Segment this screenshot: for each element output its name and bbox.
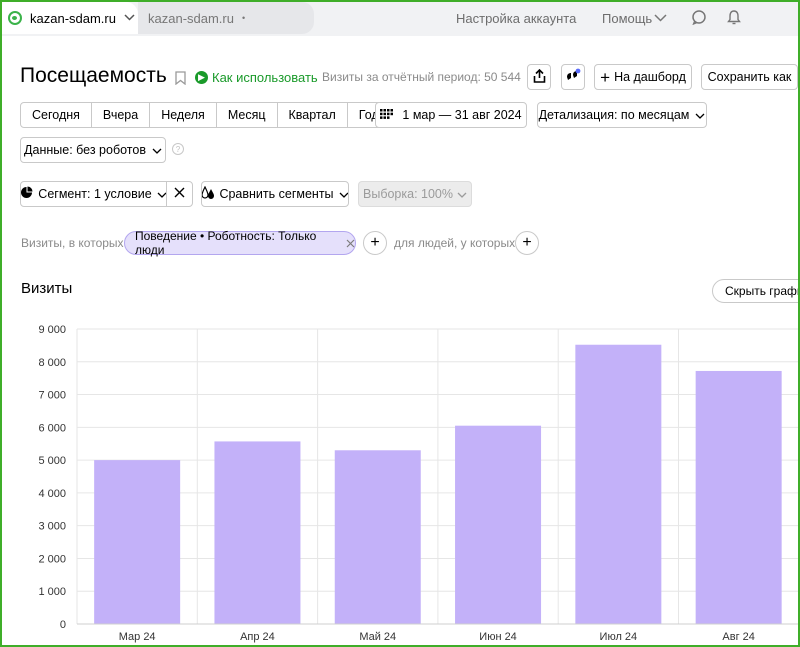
top-bar: kazan-sdam.ru kazan-sdam.ru • Настройка … [0, 0, 800, 36]
save-as-label: Сохранить как [707, 70, 792, 84]
compare-segments-button[interactable]: Сравнить сегменты [201, 181, 349, 207]
compare-label: Сравнить сегменты [219, 187, 334, 201]
play-icon: ▶ [195, 71, 208, 84]
assistant-icon [565, 68, 581, 87]
add-visit-filter-button[interactable]: + [363, 231, 387, 255]
bar-5 [575, 344, 662, 624]
period-selector: Сегодня Вчера Неделя Месяц Квартал Год [20, 102, 391, 128]
period-month[interactable]: Месяц [215, 103, 277, 127]
detail-dropdown[interactable]: Детализация: по месяцам [537, 102, 707, 128]
segment-label: Сегмент: 1 условие [38, 187, 152, 201]
chevron-down-icon [124, 12, 135, 24]
y-tick-label: 1 000 [38, 586, 66, 598]
plus-icon: + [370, 234, 380, 251]
y-tick-label: 9 000 [38, 324, 66, 336]
y-tick-label: 6 000 [38, 422, 66, 434]
detail-label: Детализация: по месяцам [538, 108, 690, 122]
period-today[interactable]: Сегодня [21, 103, 91, 127]
x-tick-label: Июн 24 [479, 631, 517, 643]
calendar-icon [380, 108, 394, 122]
data-filter-label: Данные: без роботов [24, 143, 146, 157]
bar-3 [334, 450, 421, 624]
chevron-down-icon [152, 143, 162, 157]
visits-bar-chart: 0 1 000 2 000 3 000 4 000 5 000 6 000 7 000 8 00… [38, 324, 800, 643]
site-logo-icon [8, 11, 22, 25]
hide-chart-button[interactable]: Скрыть графи [712, 279, 800, 303]
close-icon [174, 187, 185, 201]
sample-dropdown[interactable]: Выборка: 100% [358, 181, 472, 207]
add-to-dashboard-button[interactable]: + На дашборд [594, 64, 692, 90]
account-settings-link[interactable]: Настройка аккаунта [456, 11, 576, 26]
chart-title: Визиты [21, 280, 73, 297]
x-tick-label: Июл 24 [600, 631, 638, 643]
add-people-filter-button[interactable]: + [515, 231, 539, 255]
chevron-down-icon [339, 187, 348, 201]
chat-icon[interactable] [691, 9, 709, 27]
bar-1 [94, 460, 181, 624]
site-selector[interactable]: kazan-sdam.ru [2, 2, 138, 34]
x-tick-label: Апр 24 [240, 631, 275, 643]
robot-filter-chip[interactable]: Поведение • Роботность: Только люди [124, 229, 356, 257]
y-tick-label: 3 000 [38, 521, 66, 533]
people-filter-label: для людей, у которых [394, 236, 516, 250]
clear-segment-button[interactable] [166, 181, 193, 207]
x-tick-label: Мар 24 [119, 631, 156, 643]
period-quarter[interactable]: Квартал [276, 103, 347, 127]
data-filter-dropdown[interactable]: Данные: без роботов [20, 137, 166, 163]
x-tick-label: Авг 24 [722, 631, 754, 643]
help-icon[interactable]: ? [172, 143, 184, 155]
chevron-down-icon [695, 108, 705, 122]
robot-filter-label: Поведение • Роботность: Только люди [135, 229, 317, 257]
chevron-down-icon [457, 187, 467, 201]
period-week[interactable]: Неделя [149, 103, 216, 127]
bar-2 [214, 441, 301, 624]
ai-assistant-button[interactable] [561, 64, 585, 90]
segment-dropdown[interactable]: Сегмент: 1 условие [20, 181, 167, 207]
visits-period-count: Визиты за отчётный период: 50 544 [322, 70, 521, 84]
page-title: Посещаемость [20, 64, 167, 87]
y-tick-label: 7 000 [38, 390, 66, 402]
pie-chart-icon [21, 186, 33, 202]
visits-filter-label: Визиты, в которых [21, 236, 124, 250]
compare-icon [202, 185, 215, 202]
site-name: kazan-sdam.ru [30, 10, 116, 26]
y-tick-label: 0 [60, 619, 66, 631]
close-icon[interactable] [346, 236, 355, 251]
bell-icon[interactable] [726, 9, 744, 27]
y-tick-label: 8 000 [38, 357, 66, 369]
bar-4 [455, 425, 542, 624]
period-yesterday[interactable]: Вчера [90, 103, 149, 127]
chevron-down-icon[interactable] [654, 11, 672, 29]
y-tick-label: 2 000 [38, 553, 66, 565]
bar-6 [695, 370, 782, 624]
save-as-button[interactable]: Сохранить как [701, 64, 798, 90]
share-icon [533, 68, 546, 86]
x-tick-label: Май 24 [359, 631, 396, 643]
sample-label: Выборка: 100% [363, 187, 453, 201]
help-menu[interactable]: Помощь [602, 11, 652, 26]
date-range-picker[interactable]: 1 мар — 31 авг 2024 [375, 102, 527, 128]
site-tab-label: kazan-sdam.ru [148, 10, 234, 26]
add-to-dashboard-label: На дашборд [614, 70, 686, 84]
date-range-label: 1 мар — 31 авг 2024 [402, 108, 522, 122]
site-tab-dot: • [241, 13, 246, 23]
y-tick-label: 5 000 [38, 455, 66, 467]
export-button[interactable] [527, 64, 551, 90]
plus-icon: + [600, 67, 611, 87]
y-tick-label: 4 000 [38, 488, 66, 500]
plus-icon: + [522, 234, 532, 251]
bookmark-icon[interactable] [175, 71, 186, 88]
how-to-use-link[interactable]: ▶ Как использовать [195, 70, 318, 85]
site-tab-secondary[interactable]: kazan-sdam.ru • [138, 2, 314, 34]
how-to-use-label: Как использовать [212, 70, 318, 85]
